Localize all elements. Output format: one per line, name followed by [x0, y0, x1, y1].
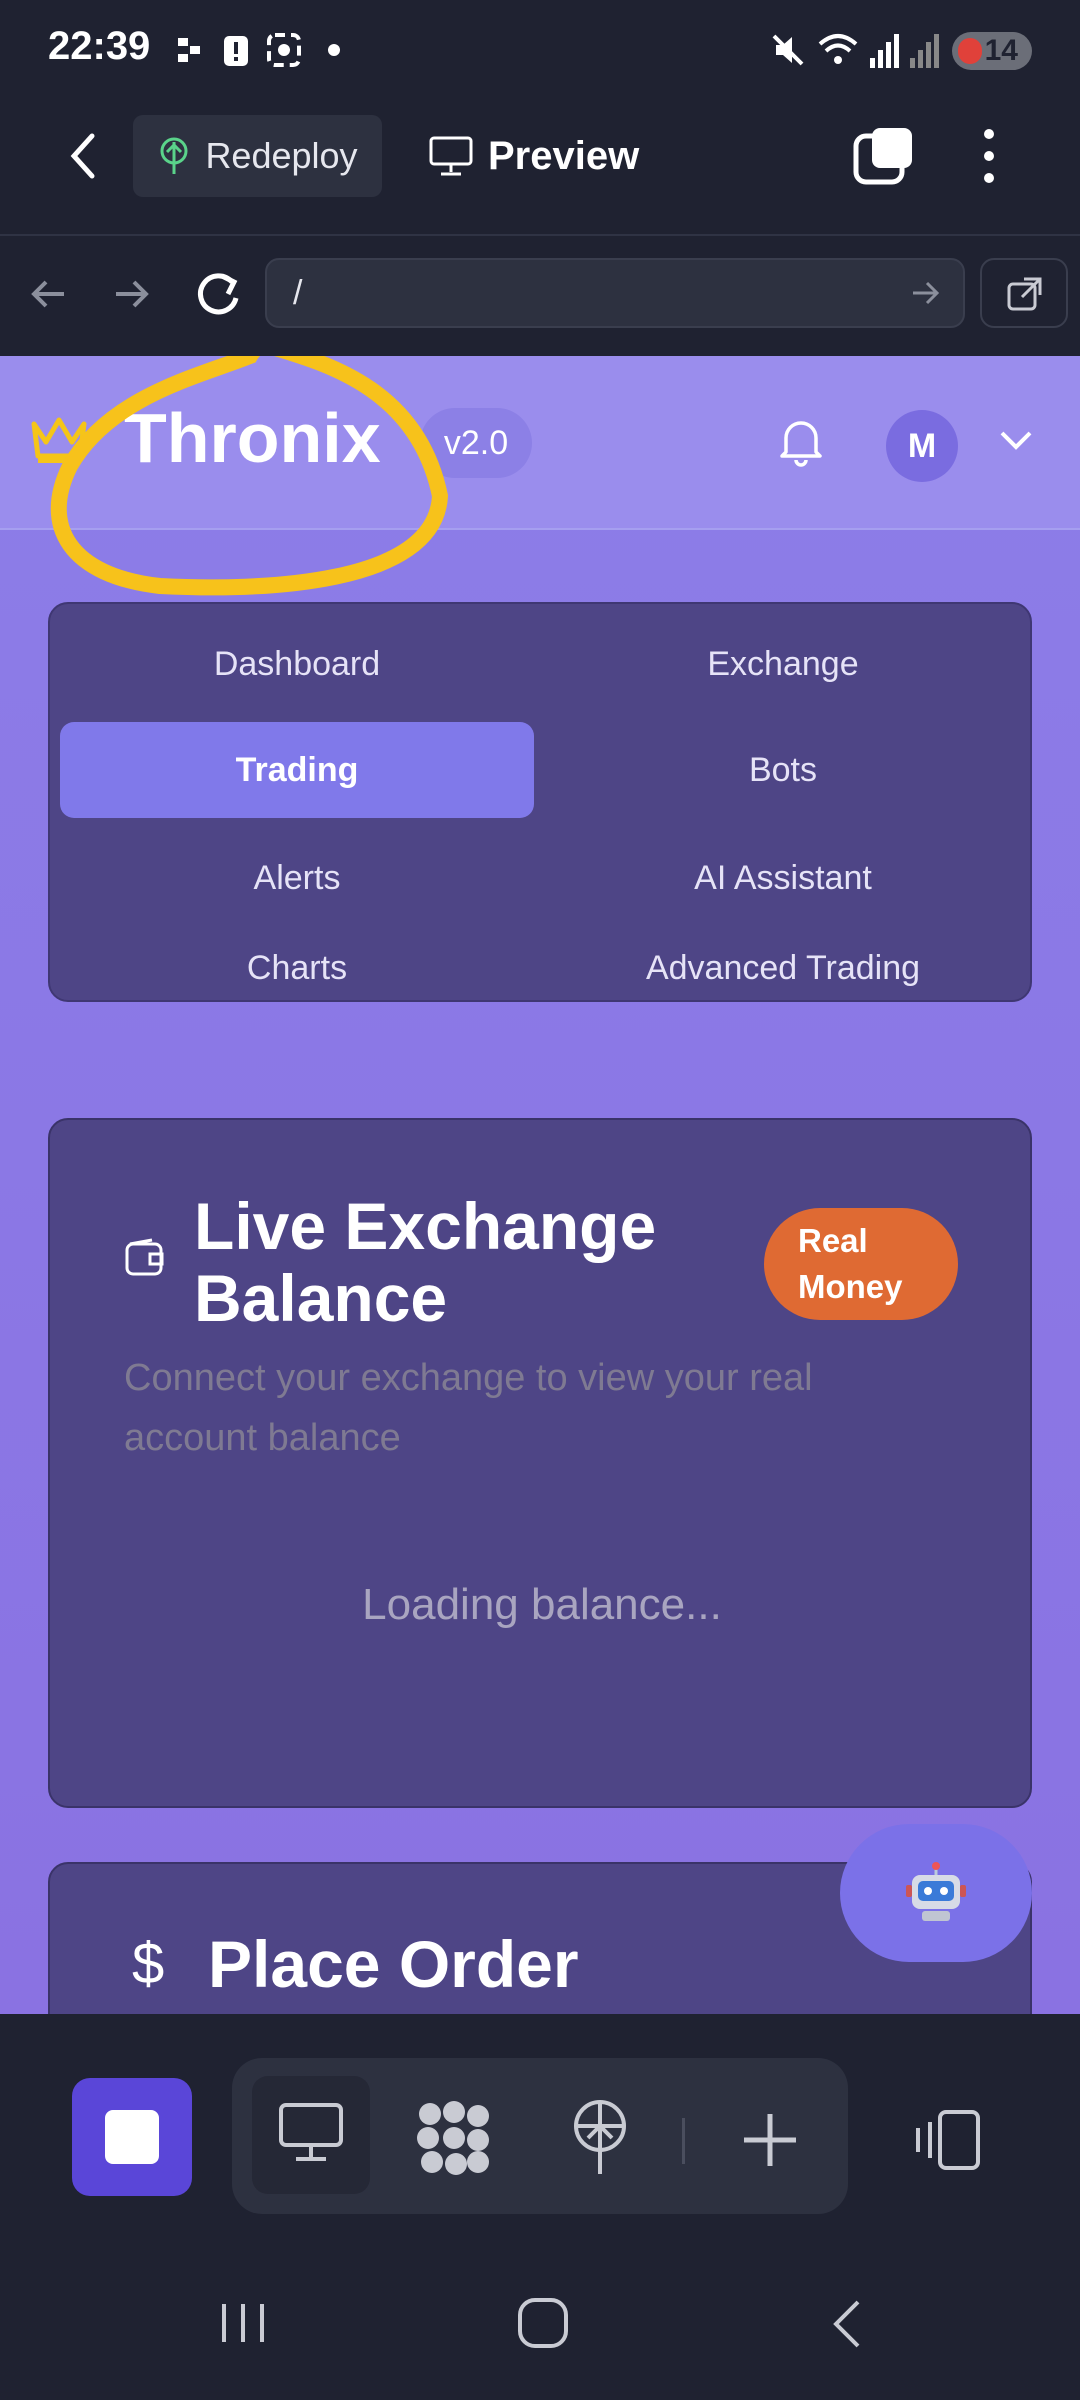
loading-text: Loading balance...	[362, 1580, 722, 1629]
stop-button[interactable]	[72, 2078, 192, 2196]
url-text: /	[293, 274, 303, 312]
bell-icon[interactable]	[778, 416, 824, 468]
real-money-badge: Real Money	[764, 1208, 958, 1320]
web-page: Thronix v2.0 M Dashboard Exchange Tradin…	[0, 356, 1080, 2014]
battery-level: 14	[984, 34, 1018, 67]
stop-square-icon	[105, 2110, 159, 2164]
app-notification-icon	[178, 38, 200, 62]
reload-icon[interactable]	[192, 268, 244, 320]
chevron-down-icon[interactable]	[998, 428, 1034, 452]
alert-battery-icon	[224, 36, 248, 66]
balance-subtitle: Connect your exchange to view your real …	[124, 1357, 813, 1459]
nav-exchange[interactable]: Exchange	[546, 616, 1020, 712]
dot-icon	[328, 44, 340, 56]
add-icon[interactable]	[740, 2110, 800, 2170]
tabs-icon[interactable]	[852, 124, 918, 186]
status-time: 22:39	[48, 24, 151, 68]
signal-icon	[870, 34, 899, 68]
desktop-view-button[interactable]	[252, 2076, 370, 2194]
avatar[interactable]: M	[886, 410, 958, 482]
preview-tab[interactable]: Preview	[428, 115, 639, 197]
recent-apps-icon[interactable]	[216, 2300, 270, 2346]
device-layout-icon[interactable]	[910, 2108, 984, 2172]
open-external-button[interactable]	[980, 258, 1068, 328]
wifi-icon	[818, 34, 858, 64]
nav-alerts[interactable]: Alerts	[60, 830, 534, 926]
browser-forward-icon[interactable]	[110, 274, 154, 314]
desktop-icon	[279, 2103, 343, 2161]
battery-icon: 14	[952, 32, 1032, 70]
nav-bots[interactable]: Bots	[546, 722, 1020, 818]
battery-low-indicator	[958, 38, 982, 64]
deploy-icon[interactable]	[568, 2098, 632, 2178]
nav-trading[interactable]: Trading	[60, 722, 534, 818]
signal-2-icon	[910, 34, 939, 68]
monitor-icon	[429, 136, 473, 176]
browser-back-icon[interactable]	[26, 274, 70, 314]
deploy-tree-icon	[160, 137, 188, 174]
status-bar: 22:39 14	[0, 0, 1080, 100]
back-arrow-icon[interactable]	[64, 130, 104, 182]
extensions-icon[interactable]	[414, 2098, 494, 2178]
redeploy-label: Redeploy	[205, 135, 358, 176]
preview-label: Preview	[488, 133, 640, 178]
screenshot-icon	[267, 33, 301, 67]
nav-ai-assistant[interactable]: AI Assistant	[546, 830, 1020, 926]
external-link-icon	[1007, 277, 1042, 311]
balance-title: Live Exchange Balance	[194, 1189, 657, 1335]
order-title: Place Order	[208, 1927, 579, 2001]
nav-charts[interactable]: Charts	[60, 938, 534, 998]
annotation-circle	[50, 356, 449, 596]
wallet-icon	[125, 1238, 164, 1276]
more-options-icon[interactable]	[976, 126, 1002, 186]
nav-advanced-trading[interactable]: Advanced Trading	[546, 938, 1020, 998]
redeploy-button[interactable]: Redeploy	[133, 115, 382, 197]
system-back-icon[interactable]	[826, 2298, 866, 2350]
mute-icon	[772, 34, 804, 66]
nav-card: Dashboard Exchange Trading Bots Alerts A…	[48, 602, 1032, 1002]
balance-card: Live Exchange Balance Real Money Connect…	[48, 1118, 1032, 1808]
go-arrow-icon[interactable]	[909, 278, 943, 308]
url-input[interactable]: /	[265, 258, 965, 328]
nav-dashboard[interactable]: Dashboard	[60, 616, 534, 712]
home-icon[interactable]	[516, 2296, 570, 2350]
dollar-icon: $	[132, 1931, 165, 1996]
toolbar-divider	[682, 2118, 685, 2164]
assistant-button[interactable]	[840, 1824, 1032, 1962]
robot-icon	[906, 1862, 966, 1921]
